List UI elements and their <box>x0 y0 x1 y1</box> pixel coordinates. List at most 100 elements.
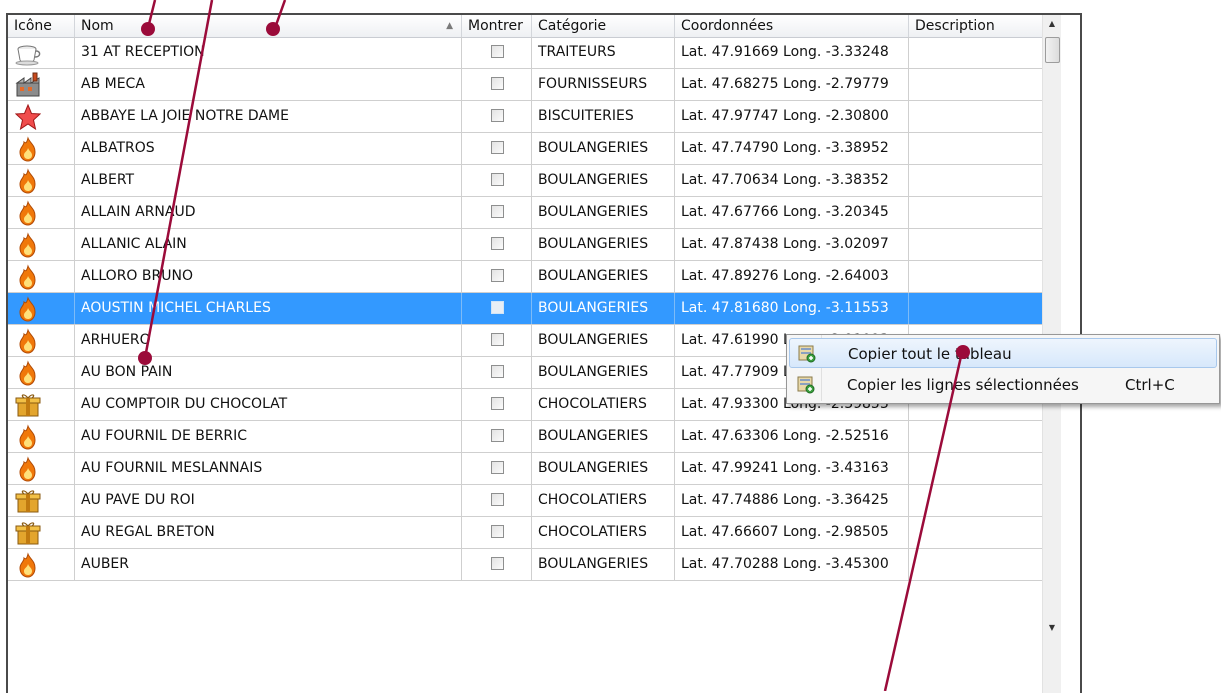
show-checkbox[interactable] <box>491 173 504 186</box>
cell-name: AU FOURNIL DE BERRIC <box>75 421 462 452</box>
cell-category: BOULANGERIES <box>532 549 675 580</box>
cell-coords: Lat. 47.68275 Long. -2.79779 <box>675 69 909 100</box>
scroll-up-arrow-icon[interactable]: ▲ <box>1043 15 1061 33</box>
scroll-down-arrow-icon[interactable]: ▼ <box>1043 619 1061 637</box>
cell-name: ALLORO BRUNO <box>75 261 462 292</box>
show-checkbox[interactable] <box>491 333 504 346</box>
cell-description <box>909 69 1042 100</box>
cell-name: AU BON PAIN <box>75 357 462 388</box>
cell-coords: Lat. 47.97747 Long. -2.30800 <box>675 101 909 132</box>
gift-box-icon <box>15 522 41 545</box>
show-checkbox[interactable] <box>491 77 504 90</box>
cell-category: BOULANGERIES <box>532 133 675 164</box>
show-checkbox[interactable] <box>491 237 504 250</box>
cell-coords: Lat. 47.99241 Long. -3.43163 <box>675 453 909 484</box>
table-row[interactable]: 31 AT RECEPTION TRAITEURS Lat. 47.91669 Lo… <box>8 37 1042 69</box>
cell-icon <box>8 325 75 356</box>
table-row[interactable]: AU FOURNIL MESLANNAIS BOULANGERIES Lat. 47… <box>8 453 1042 485</box>
cell-icon <box>8 37 75 68</box>
flame-icon <box>19 424 36 450</box>
table-row[interactable]: ALBATROS BOULANGERIES Lat. 47.74790 Long. … <box>8 133 1042 165</box>
cell-category: FOURNISSEURS <box>532 69 675 100</box>
cell-description <box>909 133 1042 164</box>
cell-coords: Lat. 47.91669 Long. -3.33248 <box>675 37 909 68</box>
show-checkbox[interactable] <box>491 109 504 122</box>
show-checkbox[interactable] <box>491 429 504 442</box>
cell-coords: Lat. 47.81680 Long. -3.11553 <box>675 293 909 324</box>
cell-description <box>909 517 1042 548</box>
cell-description <box>909 229 1042 260</box>
cell-name: ALLANIC ALAIN <box>75 229 462 260</box>
menu-item-copy-selected-rows[interactable]: Copier les lignes sélectionnées Ctrl+C <box>789 370 1217 400</box>
table-row[interactable]: AUBER BOULANGERIES Lat. 47.70288 Long. -3.… <box>8 549 1042 581</box>
cell-category: CHOCOLATIERS <box>532 517 675 548</box>
cell-icon <box>8 485 75 516</box>
cell-show <box>462 133 532 164</box>
cell-icon <box>8 293 75 324</box>
cell-category: BOULANGERIES <box>532 293 675 324</box>
show-checkbox[interactable] <box>491 493 504 506</box>
table-row[interactable]: AU FOURNIL DE BERRIC BOULANGERIES Lat. 47.… <box>8 421 1042 453</box>
cell-show <box>462 421 532 452</box>
table-row[interactable]: AU PAVE DU ROI CHOCOLATIERS Lat. 47.74886 … <box>8 485 1042 517</box>
column-header-category[interactable]: Catégorie <box>532 15 675 37</box>
cell-category: BOULANGERIES <box>532 261 675 292</box>
show-checkbox[interactable] <box>491 557 504 570</box>
flame-icon <box>19 136 36 162</box>
flame-icon <box>19 200 36 226</box>
cell-description <box>909 37 1042 68</box>
cell-category: TRAITEURS <box>532 37 675 68</box>
cell-icon <box>8 101 75 132</box>
show-checkbox[interactable] <box>491 45 504 58</box>
table-row[interactable]: ALLANIC ALAIN BOULANGERIES Lat. 47.87438 L… <box>8 229 1042 261</box>
table-row[interactable]: ALLAIN ARNAUD BOULANGERIES Lat. 47.67766 L… <box>8 197 1042 229</box>
menu-item-copy-all-table[interactable]: Copier tout le tableau <box>789 338 1217 368</box>
table-row[interactable]: AU REGAL BRETON CHOCOLATIERS Lat. 47.66607… <box>8 517 1042 549</box>
show-checkbox[interactable] <box>491 269 504 282</box>
cell-coords: Lat. 47.70634 Long. -3.38352 <box>675 165 909 196</box>
cell-coords: Lat. 47.87438 Long. -3.02097 <box>675 229 909 260</box>
cell-name: ALBATROS <box>75 133 462 164</box>
table-row[interactable]: ALBERT BOULANGERIES Lat. 47.70634 Long. -3… <box>8 165 1042 197</box>
show-checkbox[interactable] <box>491 141 504 154</box>
cell-category: BISCUITERIES <box>532 101 675 132</box>
cell-show <box>462 549 532 580</box>
factory-icon <box>15 72 40 97</box>
show-checkbox[interactable] <box>491 461 504 474</box>
menu-item-label: Copier tout le tableau <box>848 345 1012 363</box>
show-checkbox[interactable] <box>491 205 504 218</box>
show-checkbox[interactable] <box>491 365 504 378</box>
cell-show <box>462 197 532 228</box>
cell-icon <box>8 229 75 260</box>
table-row[interactable]: AB MECA FOURNISSEURS Lat. 47.68275 Long. -… <box>8 69 1042 101</box>
table-row[interactable]: AOUSTIN MICHEL CHARLES BOULANGERIES Lat. 4… <box>8 293 1042 325</box>
cell-icon <box>8 165 75 196</box>
cell-description <box>909 101 1042 132</box>
column-header-coordinates[interactable]: Coordonnées <box>675 15 909 37</box>
flame-icon <box>19 264 36 290</box>
column-header-show[interactable]: Montrer <box>462 15 532 37</box>
scrollbar-thumb[interactable] <box>1045 37 1060 63</box>
table-row[interactable]: ABBAYE LA JOIE NOTRE DAME BISCUITERIES Lat… <box>8 101 1042 133</box>
star-icon <box>15 104 41 130</box>
show-checkbox[interactable] <box>491 525 504 538</box>
cell-name: AU REGAL BRETON <box>75 517 462 548</box>
table-row[interactable]: ALLORO BRUNO BOULANGERIES Lat. 47.89276 Lo… <box>8 261 1042 293</box>
menu-item-label: Copier les lignes sélectionnées <box>847 376 1079 394</box>
cell-icon <box>8 517 75 548</box>
cell-name: ABBAYE LA JOIE NOTRE DAME <box>75 101 462 132</box>
cell-icon <box>8 389 75 420</box>
sort-ascending-icon: ▲ <box>446 21 453 31</box>
cell-show <box>462 101 532 132</box>
column-header-icon[interactable]: Icône <box>8 15 75 37</box>
column-header-name[interactable]: Nom ▲ <box>75 15 462 37</box>
cell-name: AU FOURNIL MESLANNAIS <box>75 453 462 484</box>
show-checkbox[interactable] <box>491 301 504 314</box>
cell-name: AU COMPTOIR DU CHOCOLAT <box>75 389 462 420</box>
column-header-description[interactable]: Description <box>909 15 1042 37</box>
flame-icon <box>19 168 36 194</box>
cell-category: BOULANGERIES <box>532 453 675 484</box>
show-checkbox[interactable] <box>491 397 504 410</box>
cell-name: AUBER <box>75 549 462 580</box>
cell-show <box>462 293 532 324</box>
